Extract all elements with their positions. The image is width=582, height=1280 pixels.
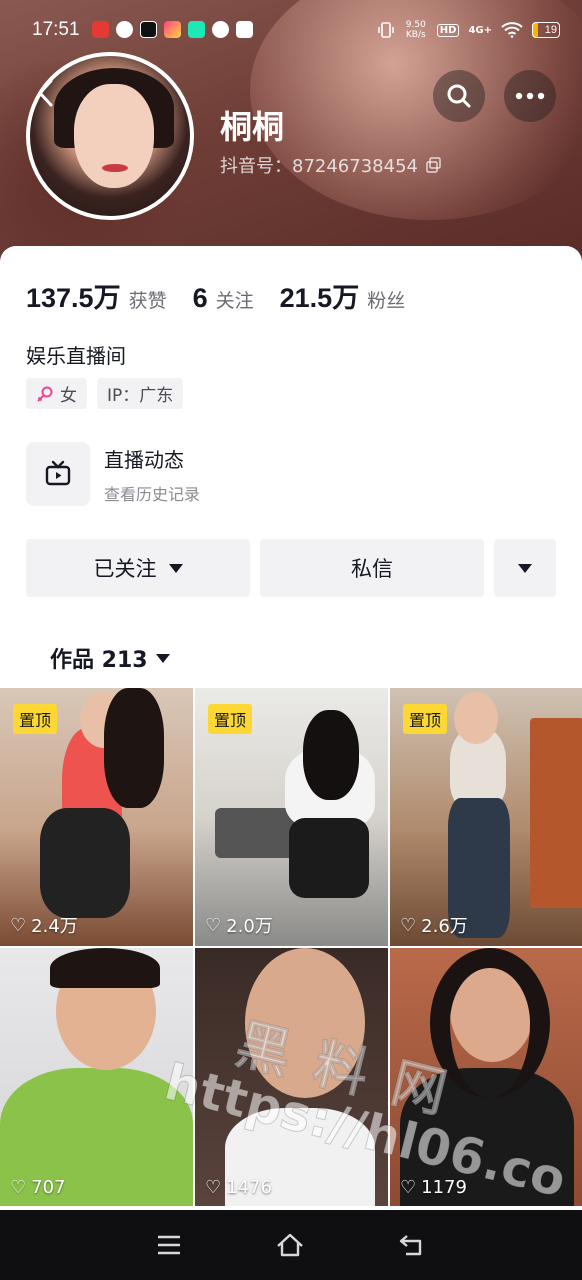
- pinned-badge: 置顶: [208, 704, 253, 734]
- following-button[interactable]: 已关注: [26, 539, 250, 597]
- video-tile[interactable]: 置顶 ♡ 2.6万: [390, 688, 582, 946]
- home-icon[interactable]: [275, 1232, 305, 1258]
- app-notification-icon: [164, 21, 181, 38]
- ip-tag: IP：广东: [97, 378, 184, 409]
- status-indicators: 9.50 KB/s HD 4G+ 19: [377, 20, 560, 40]
- following-label: 关注: [215, 290, 254, 312]
- profile-tags: 女 IP：广东: [26, 378, 184, 409]
- system-nav-bar: [0, 1210, 582, 1280]
- more-options-button[interactable]: [494, 539, 556, 597]
- copy-icon[interactable]: [426, 157, 442, 173]
- message-button-label: 私信: [351, 557, 393, 581]
- heart-icon: ♡: [400, 914, 417, 936]
- live-title: 直播动态: [104, 447, 184, 472]
- video-tile[interactable]: ♡ 707: [0, 948, 193, 1206]
- more-button[interactable]: [504, 70, 556, 122]
- caret-down-icon: [168, 563, 183, 573]
- video-likes: ♡ 1476: [205, 1177, 272, 1198]
- video-likes: ♡ 2.6万: [400, 912, 468, 938]
- wifi-icon: [501, 22, 523, 38]
- video-tile[interactable]: ♡ 1476: [195, 948, 388, 1206]
- pinned-badge: 置顶: [13, 704, 58, 734]
- likes-count[interactable]: 137.5万: [26, 276, 121, 315]
- profile-nickname: 桐桐: [220, 108, 285, 146]
- video-tile[interactable]: 置顶 ♡ 2.4万: [0, 688, 193, 946]
- caret-down-icon: [518, 563, 532, 573]
- search-icon: [447, 84, 471, 108]
- heart-icon: ♡: [205, 1177, 222, 1198]
- likes-count: 2.6万: [421, 916, 468, 937]
- heart-icon: ♡: [10, 1177, 27, 1198]
- video-tile[interactable]: 置顶 ♡ 2.0万: [195, 688, 388, 946]
- heart-icon: ♡: [205, 914, 222, 936]
- followers-count[interactable]: 21.5万: [280, 276, 360, 315]
- signal-label: 4G+: [468, 24, 492, 36]
- likes-count: 707: [31, 1177, 66, 1198]
- douyin-id: 抖音号：87246738454: [220, 156, 418, 177]
- followers-label: 粉丝: [367, 290, 406, 312]
- tab-works[interactable]: 作品 213: [50, 642, 170, 674]
- following-button-label: 已关注: [93, 557, 157, 581]
- tv-icon: [45, 460, 71, 486]
- video-likes: ♡ 2.4万: [10, 912, 78, 938]
- message-button[interactable]: 私信: [260, 539, 484, 597]
- status-time: 17:51: [32, 19, 80, 40]
- app-notification-icon: [92, 21, 109, 38]
- action-buttons: 已关注 私信: [26, 539, 556, 597]
- video-likes: ♡ 2.0万: [205, 912, 273, 938]
- video-tile[interactable]: ♡ 1179: [390, 948, 582, 1206]
- works-tab-label: 作品 213: [50, 648, 148, 673]
- heart-icon: ♡: [400, 1177, 417, 1198]
- more-icon: [515, 92, 545, 100]
- female-icon: [37, 386, 53, 402]
- hd-badge: HD: [436, 23, 460, 37]
- live-icon-box: [26, 442, 90, 506]
- heart-icon: ♡: [10, 914, 27, 936]
- video-grid: 置顶 ♡ 2.4万 置顶 ♡ 2.0万 置顶 ♡ 2.6万 ♡ 707 ♡ 1476 ♡ 1…: [0, 688, 582, 1206]
- back-nav-icon[interactable]: [398, 1233, 426, 1257]
- live-subtitle: 查看历史记录: [104, 484, 201, 504]
- ip-label: IP：广东: [107, 386, 174, 406]
- douyin-id-row[interactable]: 抖音号：87246738454: [220, 152, 442, 178]
- likes-count: 2.0万: [226, 916, 273, 937]
- caret-down-icon: [155, 653, 170, 663]
- likes-label: 获赞: [128, 290, 167, 312]
- tiktok-icon: [140, 21, 157, 38]
- notification-icons: [92, 21, 253, 38]
- status-bar: 17:51 9.50 KB/s HD 4G+ 19: [0, 0, 582, 62]
- likes-count: 2.4万: [31, 916, 78, 937]
- wechat-icon: [116, 21, 133, 38]
- live-history-entry[interactable]: 直播动态 查看历史记录: [26, 442, 200, 506]
- likes-count: 1179: [421, 1177, 467, 1198]
- profile-stats: 137.5万 获赞 6 关注 21.5万 粉丝: [26, 276, 431, 315]
- gender-tag: 女: [26, 378, 87, 409]
- battery-icon: 19: [532, 22, 560, 38]
- pinned-badge: 置顶: [403, 704, 448, 734]
- gender-label: 女: [60, 386, 77, 406]
- video-likes: ♡ 707: [10, 1177, 66, 1198]
- app-notification-icon: [188, 21, 205, 38]
- search-button[interactable]: [433, 70, 485, 122]
- mail-icon: [236, 21, 253, 38]
- app-notification-icon: [212, 21, 229, 38]
- likes-count: 1476: [226, 1177, 272, 1198]
- video-likes: ♡ 1179: [400, 1177, 467, 1198]
- following-count[interactable]: 6: [193, 283, 208, 314]
- network-speed: 9.50 KB/s: [405, 20, 426, 40]
- menu-icon[interactable]: [156, 1234, 182, 1256]
- vibrate-icon: [378, 22, 394, 38]
- profile-bio: 娱乐直播间: [26, 344, 126, 368]
- back-icon[interactable]: [36, 78, 56, 114]
